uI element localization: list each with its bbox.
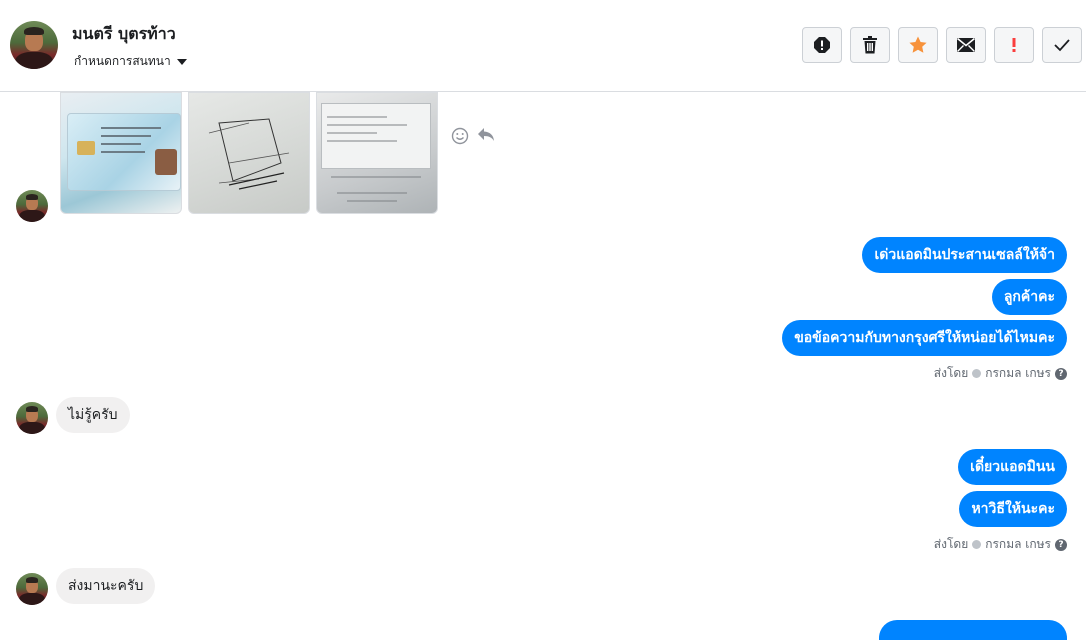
- message-bubble[interactable]: หาวิธีให้นะคะ: [959, 491, 1067, 527]
- help-icon[interactable]: ?: [1055, 538, 1067, 551]
- contact-avatar[interactable]: [10, 21, 58, 69]
- incoming-message-bubble[interactable]: ส่งมานะครับ: [56, 568, 156, 604]
- message-bubble[interactable]: ลูกค้าคะ: [991, 279, 1067, 315]
- reply-icon[interactable]: [477, 127, 495, 143]
- sent-by-prefix: ส่งโดย: [933, 537, 969, 551]
- incoming-message-bubble[interactable]: ไม่รู้ครับ: [56, 397, 130, 433]
- trash-icon: [863, 36, 877, 54]
- message-bubble[interactable]: ขอข้อความกับทางกรุงศรีให้หน่อยได้ไหมคะ: [782, 320, 1067, 356]
- report-spam-button[interactable]: [802, 27, 842, 63]
- alert-icon: [814, 37, 830, 53]
- follow-up-button[interactable]: [994, 27, 1034, 63]
- sender-avatar[interactable]: [16, 402, 48, 434]
- outgoing-message: เด่วแอดมินประสานเซลล์ให้จ้า: [862, 237, 1067, 273]
- emoji-reaction-icon[interactable]: [451, 127, 469, 145]
- sent-by-agent: กรกมล เกษร: [985, 366, 1051, 380]
- caret-down-icon: [176, 58, 187, 65]
- star-button[interactable]: [898, 27, 938, 63]
- outgoing-message: ขอข้อความกับทางกรุงศรีให้หน่อยได้ไหมคะ: [782, 320, 1067, 356]
- conversation-options-dropdown[interactable]: กำหนดการสนทนา: [74, 52, 187, 71]
- photo-land-map[interactable]: [188, 92, 310, 214]
- photo-document[interactable]: [316, 92, 438, 214]
- sent-by-info: ส่งโดย กรกมล เกษร ?: [934, 535, 1067, 554]
- message-bubble[interactable]: เด่วแอดมินประสานเซลล์ให้จ้า: [862, 237, 1067, 273]
- star-icon: [909, 36, 927, 53]
- check-icon: [1054, 39, 1070, 52]
- sent-by-agent: กรกมล เกษร: [985, 537, 1051, 551]
- photo-id-card[interactable]: [60, 92, 182, 214]
- exclamation-icon: [1012, 38, 1016, 52]
- conversation-header: มนตรี บุตรท้าว กำหนดการสนทนา: [0, 0, 1086, 92]
- outgoing-message: ลูกค้าคะ: [991, 279, 1067, 315]
- outgoing-message: หาวิธีให้นะคะ: [959, 491, 1067, 527]
- message-bubble[interactable]: เดี๋ยวแอดมินน: [958, 449, 1067, 485]
- sender-avatar[interactable]: [16, 190, 48, 222]
- sender-avatar[interactable]: [16, 573, 48, 605]
- mark-unread-button[interactable]: [946, 27, 986, 63]
- conversation-options-label: กำหนดการสนทนา: [74, 54, 171, 68]
- sent-by-prefix: ส่งโดย: [933, 366, 969, 380]
- photo-attachments: [60, 92, 438, 214]
- message-bubble-partial[interactable]: [879, 620, 1067, 640]
- outgoing-message: เดี๋ยวแอดมินน: [958, 449, 1067, 485]
- help-icon[interactable]: ?: [1055, 367, 1067, 380]
- sent-by-info: ส่งโดย กรกมล เกษร ?: [934, 364, 1067, 383]
- mail-icon: [956, 37, 976, 52]
- verified-icon: [972, 540, 982, 549]
- delete-button[interactable]: [850, 27, 890, 63]
- contact-name[interactable]: มนตรี บุตรท้าว: [72, 22, 176, 47]
- verified-icon: [972, 369, 982, 378]
- mark-done-button[interactable]: [1042, 27, 1082, 63]
- message-actions: [451, 127, 495, 145]
- conversation-toolbar: [802, 27, 1082, 63]
